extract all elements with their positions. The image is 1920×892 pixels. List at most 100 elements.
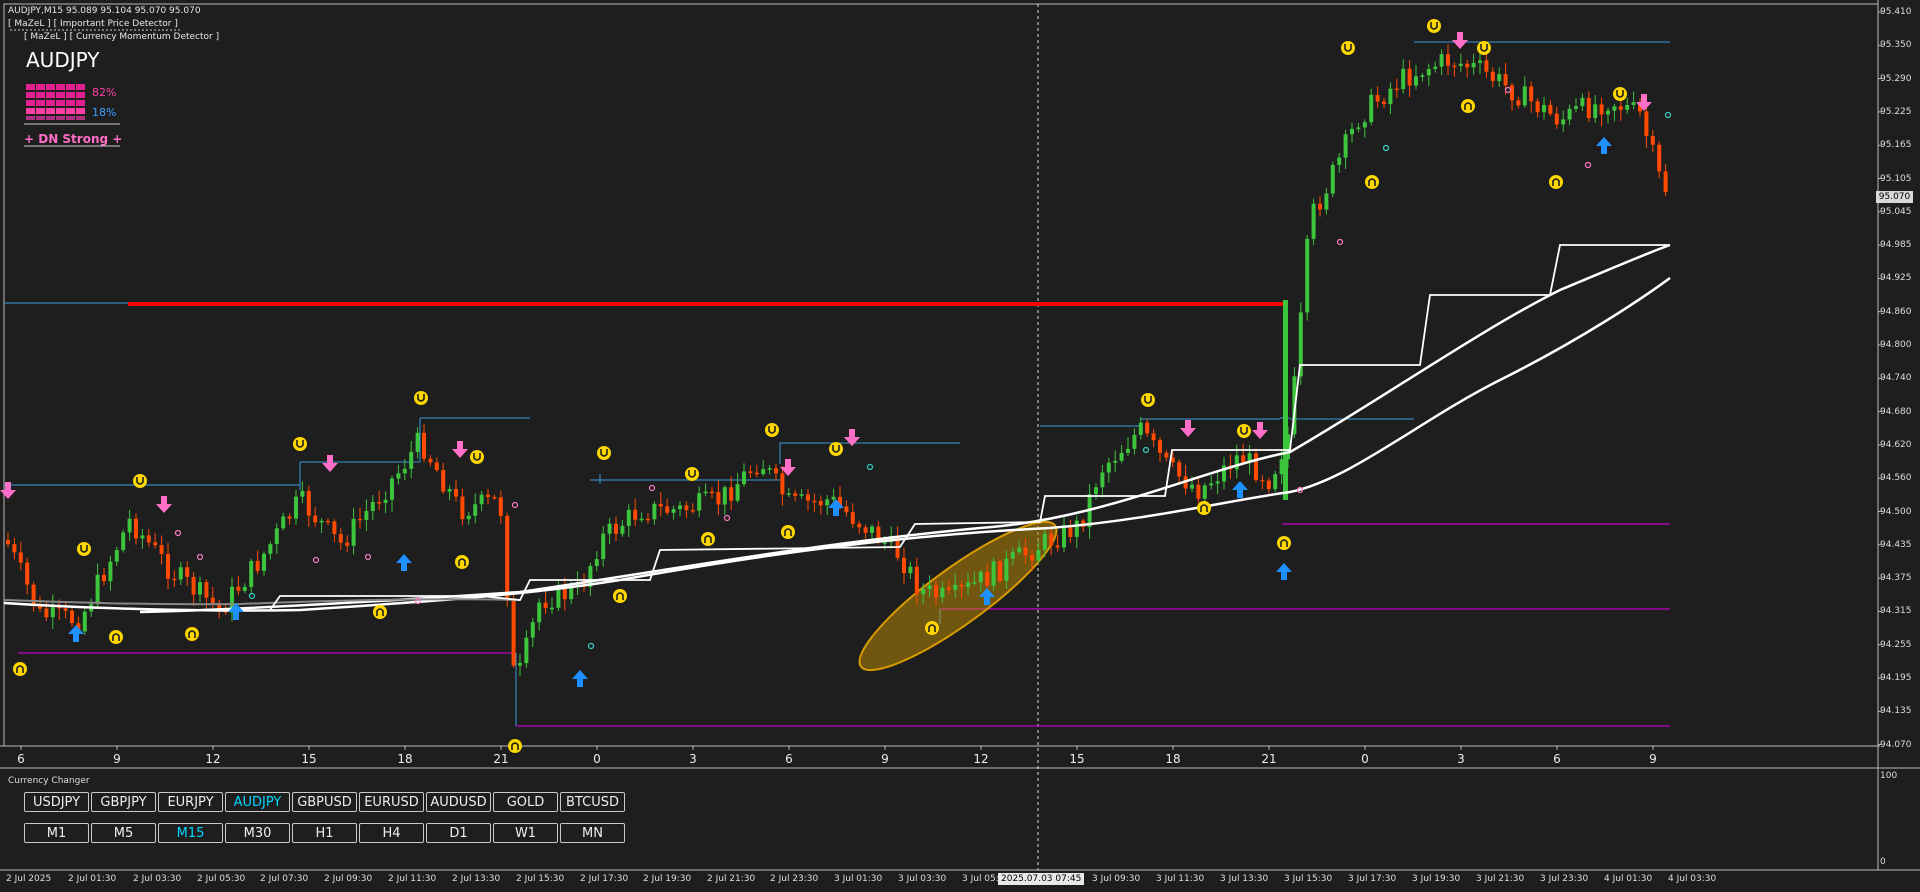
small-dot-marker	[866, 463, 874, 471]
signal-circle-icon	[765, 423, 779, 437]
candle-body	[902, 557, 906, 574]
symbol-usdjpy-button[interactable]: USDJPY	[24, 792, 89, 812]
candle-body	[1497, 74, 1502, 81]
time-label: 3 Jul 09:30	[1092, 874, 1141, 884]
candle-body	[1330, 164, 1335, 194]
time-label: 2 Jul 11:30	[388, 874, 437, 884]
timeframe-w1-button[interactable]: W1	[493, 823, 558, 843]
candle-body	[1343, 134, 1348, 158]
price-label: 94.500	[1880, 506, 1912, 517]
candle-body	[524, 637, 529, 664]
candle-body	[748, 471, 753, 473]
candle-body	[82, 611, 87, 632]
symbol-audjpy-button[interactable]: AUDJPY	[225, 792, 290, 812]
candle-body	[1196, 484, 1201, 499]
candles	[6, 44, 1668, 677]
timeframe-h4-button[interactable]: H4	[359, 823, 424, 843]
time-label: 3 Jul 15:30	[1284, 874, 1333, 884]
hour-label: 15	[301, 752, 317, 766]
candle-body	[594, 559, 599, 567]
time-label: 3 Jul 17:30	[1348, 874, 1397, 884]
candle-body	[1375, 94, 1380, 102]
timeframe-m30-button[interactable]: M30	[225, 823, 290, 843]
candle-body	[671, 509, 676, 513]
signal-circle-icon	[77, 542, 91, 556]
candle-body	[620, 525, 625, 534]
time-label: 3 Jul 13:30	[1220, 874, 1269, 884]
symbol-gbpjpy-button[interactable]: GBPJPY	[91, 792, 156, 812]
candle-body	[703, 491, 708, 494]
symbol-eurusd-button[interactable]: EURUSD	[359, 792, 424, 812]
meter-cell	[46, 92, 55, 98]
candle-body	[1535, 101, 1540, 113]
candle-body	[1394, 88, 1399, 91]
candle-body	[402, 468, 407, 474]
signal-circle-icon	[1461, 99, 1475, 113]
candle-body	[415, 432, 420, 452]
price-chart[interactable]	[0, 0, 1920, 892]
candle-body	[799, 494, 804, 496]
symbol-gbpusd-button[interactable]: GBPUSD	[292, 792, 357, 812]
candle-body	[1388, 88, 1393, 105]
candle-body	[530, 622, 535, 638]
candle-body	[63, 608, 68, 611]
candle-body	[1215, 481, 1220, 484]
timeframe-h1-button[interactable]: H1	[292, 823, 357, 843]
candle-body	[498, 497, 503, 516]
candle-body	[959, 584, 964, 587]
hour-label: 12	[973, 752, 989, 766]
signal-circle-icon	[1613, 87, 1627, 101]
meter-cell	[56, 116, 65, 120]
time-label: 2 Jul 19:30	[643, 874, 692, 884]
timeframe-m5-button[interactable]: M5	[91, 823, 156, 843]
timeframe-m15-button[interactable]: M15	[158, 823, 223, 843]
candle-body	[1273, 474, 1278, 490]
meter-cell	[56, 84, 65, 90]
hour-label: 9	[881, 752, 889, 766]
candle-body	[1106, 462, 1111, 473]
hour-label: 0	[593, 752, 601, 766]
meter-cell	[46, 108, 55, 114]
time-label: 3 Jul 03:30	[898, 874, 947, 884]
hour-label: 3	[689, 752, 697, 766]
signal-circle-icon	[1141, 393, 1155, 407]
candle-body	[940, 587, 945, 598]
hour-label: 21	[1261, 752, 1277, 766]
small-dot-marker	[723, 514, 731, 522]
time-label: 3 Jul 21:30	[1476, 874, 1525, 884]
timeframe-m1-button[interactable]: M1	[24, 823, 89, 843]
signal-circle-icon	[455, 555, 469, 569]
indicator-label-price-detector: [ MaZeL ] [ Important Price Detector ]	[8, 19, 178, 29]
symbol-eurjpy-button[interactable]: EURJPY	[158, 792, 223, 812]
hour-label: 12	[205, 752, 221, 766]
candle-body	[287, 516, 292, 519]
timeframe-d1-button[interactable]: D1	[426, 823, 491, 843]
candle-body	[1599, 104, 1604, 115]
candle-body	[569, 586, 574, 600]
candle-body	[690, 510, 695, 512]
time-label: 4 Jul 01:30	[1604, 874, 1653, 884]
small-dot-marker	[1504, 86, 1512, 94]
candle-body	[191, 576, 196, 595]
signal-circle-icon	[133, 474, 147, 488]
timeframe-mn-button[interactable]: MN	[560, 823, 625, 843]
meter-cell	[56, 92, 65, 98]
candle-body	[1113, 460, 1118, 463]
candle-body	[140, 535, 145, 539]
symbol-btcusd-button[interactable]: BTCUSD	[560, 792, 625, 812]
symbol-gold-button[interactable]: GOLD	[493, 792, 558, 812]
price-label: 94.375	[1880, 573, 1912, 584]
time-label: 2 Jul 21:30	[707, 874, 756, 884]
candle-body	[236, 586, 241, 591]
symbol-audusd-button[interactable]: AUDUSD	[426, 792, 491, 812]
candle-body	[1484, 60, 1489, 72]
candle-body	[127, 518, 132, 533]
candle-body	[1452, 65, 1457, 68]
candle-body	[953, 584, 958, 590]
candle-body	[1574, 106, 1578, 109]
meter-cell	[46, 100, 55, 106]
candle-body	[914, 566, 919, 595]
small-dot-marker	[1336, 238, 1344, 246]
candle-body	[1151, 433, 1156, 441]
candle-body	[1023, 547, 1028, 556]
